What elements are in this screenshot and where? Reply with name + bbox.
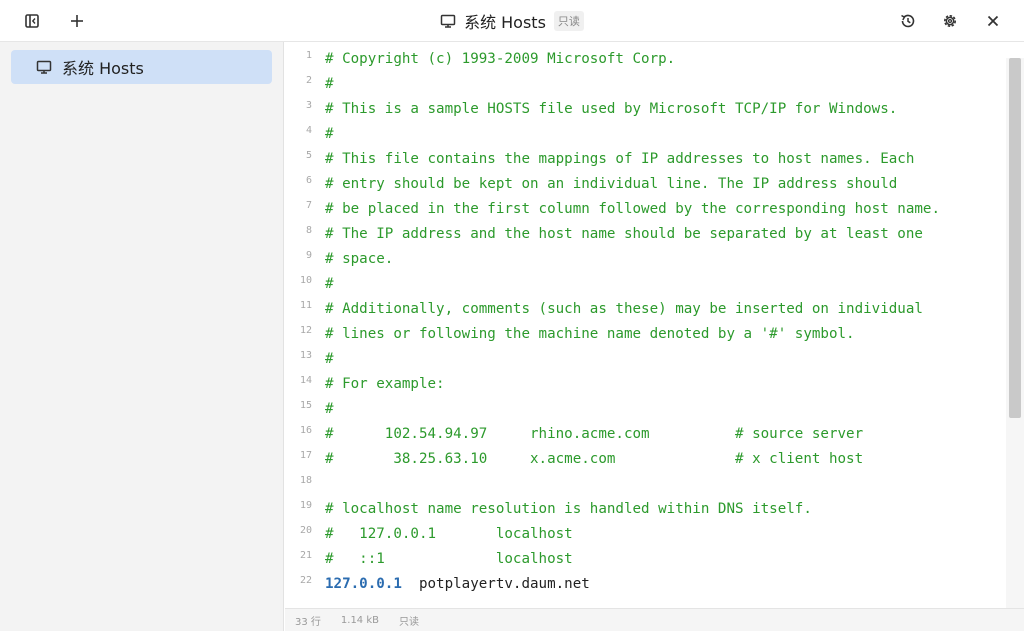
code-line: 12 # lines or following the machine name… [285, 322, 1007, 347]
history-icon [901, 14, 915, 28]
code-text: # space. [325, 251, 394, 267]
code-line: 3 # This is a sample HOSTS file used by … [285, 97, 1007, 122]
scrollbar-thumb[interactable] [1009, 58, 1021, 418]
code-text: # be placed in the first column followed… [325, 201, 940, 217]
code-line: 10 # [285, 272, 1007, 297]
code-line: 20 # 127.0.0.1 localhost [285, 522, 1007, 547]
ip-address: 127.0.0.1 [325, 576, 402, 592]
code-line: 18 [285, 472, 1007, 497]
code-text: # Copyright (c) 1993-2009 Microsoft Corp… [325, 51, 676, 67]
add-button[interactable] [62, 6, 92, 36]
line-number: 18 [299, 475, 312, 486]
line-number: 10 [299, 275, 312, 286]
monitor-icon [36, 60, 52, 74]
code-line: 5 # This file contains the mappings of I… [285, 147, 1007, 172]
line-number: 21 [299, 550, 312, 561]
close-icon [987, 15, 999, 27]
close-button[interactable] [978, 6, 1008, 36]
line-number: 2 [305, 75, 312, 86]
status-line-count: 33 行 [295, 616, 321, 628]
code-text: 127.0.0.1 potplayertv.daum.net [325, 574, 590, 594]
gear-icon [944, 15, 956, 27]
code-editor[interactable]: 1 # Copyright (c) 1993-2009 Microsoft Co… [285, 42, 1024, 608]
line-number: 19 [299, 500, 312, 511]
code-text: # This is a sample HOSTS file used by Mi… [325, 101, 898, 117]
code-text: # [325, 126, 334, 142]
code-text: # 102.54.94.97 rhino.acme.com # source s… [325, 426, 864, 442]
code-line: 2 # [285, 72, 1007, 97]
code-text: # ::1 localhost [325, 551, 573, 567]
code-line: 9 # space. [285, 247, 1007, 272]
monitor-icon [440, 14, 456, 28]
code-text: # 38.25.63.10 x.acme.com # x client host [325, 451, 864, 467]
code-line: 14 # For example: [285, 372, 1007, 397]
plus-icon [71, 15, 83, 27]
readonly-badge: 只读 [553, 11, 584, 31]
vertical-scrollbar[interactable] [1006, 58, 1024, 608]
code-line: 1 # Copyright (c) 1993-2009 Microsoft Co… [285, 47, 1007, 72]
settings-button[interactable] [935, 6, 965, 36]
code-line: 4 # [285, 122, 1007, 147]
sidebar-item-system-hosts[interactable]: 系统 Hosts [11, 50, 272, 84]
line-number: 5 [305, 150, 312, 161]
sidebar-item-label: 系统 Hosts [62, 59, 144, 78]
code-text: # [325, 76, 334, 92]
sidebar-toggle-button[interactable] [17, 6, 47, 36]
line-number: 12 [299, 325, 312, 336]
code-text: # This file contains the mappings of IP … [325, 151, 915, 167]
code-line: 15 # [285, 397, 1007, 422]
history-button[interactable] [893, 6, 923, 36]
code-line: 17 # 38.25.63.10 x.acme.com # x client h… [285, 447, 1007, 472]
line-number: 15 [299, 400, 312, 411]
title-bar: 系统 Hosts 只读 [0, 0, 1024, 42]
code-text: # Additionally, comments (such as these)… [325, 301, 923, 317]
line-number: 8 [305, 225, 312, 236]
sidebar: 系统 Hosts [0, 42, 284, 631]
sidebar-toggle-icon [25, 14, 39, 28]
code-text: # For example: [325, 376, 445, 392]
line-number: 16 [299, 425, 312, 436]
code-line: 21 # ::1 localhost [285, 547, 1007, 572]
line-number: 22 [299, 575, 312, 586]
window-title: 系统 Hosts [464, 13, 546, 32]
line-number: 3 [305, 100, 312, 111]
line-number: 11 [299, 300, 312, 311]
line-number: 14 [299, 375, 312, 386]
code-text: # [325, 276, 334, 292]
line-number: 7 [305, 200, 312, 211]
code-text: # entry should be kept on an individual … [325, 176, 898, 192]
status-bar: 33 行 1.14 kB 只读 [285, 608, 1024, 631]
code-text: # localhost name resolution is handled w… [325, 501, 812, 517]
code-text: # [325, 401, 334, 417]
code-line: 19 # localhost name resolution is handle… [285, 497, 1007, 522]
line-number: 1 [305, 50, 312, 61]
line-number: 17 [299, 450, 312, 461]
code-line: 7 # be placed in the first column follow… [285, 197, 1007, 222]
status-mode: 只读 [399, 616, 420, 628]
code-line: 16 # 102.54.94.97 rhino.acme.com # sourc… [285, 422, 1007, 447]
line-number: 4 [305, 125, 312, 136]
code-line: 13 # [285, 347, 1007, 372]
hostname: potplayertv.daum.net [418, 576, 590, 592]
line-number: 9 [305, 250, 312, 261]
code-line: 22 127.0.0.1 potplayertv.daum.net [285, 572, 1007, 597]
code-line: 6 # entry should be kept on an individua… [285, 172, 1007, 197]
code-text: # 127.0.0.1 localhost [325, 526, 573, 542]
line-number: 13 [299, 350, 312, 361]
line-number: 6 [305, 175, 312, 186]
code-text: # lines or following the machine name de… [325, 326, 855, 342]
code-text: # The IP address and the host name shoul… [325, 226, 923, 242]
code-line: 11 # Additionally, comments (such as the… [285, 297, 1007, 322]
code-line: 8 # The IP address and the host name sho… [285, 222, 1007, 247]
status-file-size: 1.14 kB [340, 614, 380, 626]
code-text: # [325, 351, 334, 367]
window-title-area: 系统 Hosts 只读 [0, 0, 1024, 42]
line-number: 20 [299, 525, 312, 536]
